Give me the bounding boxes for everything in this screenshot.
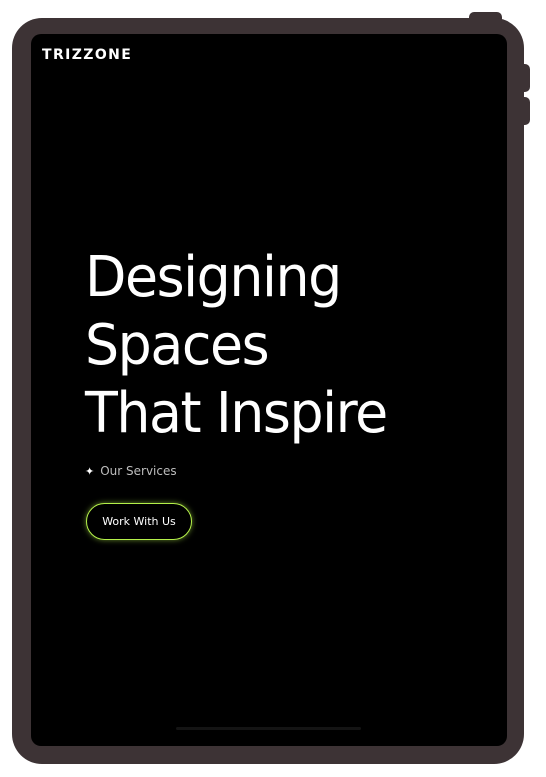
tablet-screen: TRIZZONE Designing Spaces That Inspire ✦… xyxy=(31,34,507,746)
our-services-link[interactable]: ✦ Our Services xyxy=(85,464,177,478)
sparkle-icon: ✦ xyxy=(85,464,95,478)
our-services-label: Our Services xyxy=(100,464,177,478)
hero-title-line: Spaces xyxy=(85,313,270,378)
hero-title: Designing Spaces That Inspire xyxy=(85,244,388,448)
brand-logo[interactable]: TRIZZONE xyxy=(42,47,132,63)
home-indicator xyxy=(176,727,361,730)
hero-title-line: That Inspire xyxy=(85,381,388,446)
hero-section: Designing Spaces That Inspire xyxy=(85,244,399,448)
work-with-us-button[interactable]: Work With Us xyxy=(86,503,192,540)
hero-title-line: Designing xyxy=(85,245,342,310)
